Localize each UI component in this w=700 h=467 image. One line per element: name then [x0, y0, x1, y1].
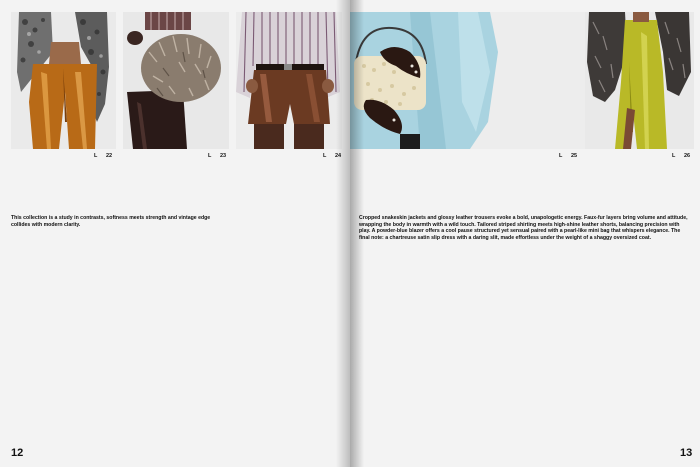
look-prefix: L: [672, 153, 676, 159]
look-number: 22: [106, 153, 113, 159]
gutter-shadow: [336, 0, 350, 467]
look-number: 23: [220, 153, 227, 159]
page-number-left: 12: [11, 447, 24, 459]
look-label: L 23: [208, 153, 226, 159]
collection-description: Cropped snakeskin jackets and glossy lea…: [359, 215, 688, 241]
photo-look-24: [236, 12, 342, 149]
look-prefix: L: [94, 153, 98, 159]
look-prefix: L: [208, 153, 212, 159]
look-prefix: L: [323, 153, 327, 159]
look-prefix: L: [559, 153, 563, 159]
intro-paragraph: This collection is a study in contrasts,…: [11, 215, 211, 228]
left-page: L 22 L 23 L 24 This collection is a stud…: [0, 0, 350, 467]
look-label: L 22: [94, 153, 112, 159]
look-number: 25: [571, 153, 578, 159]
page-number-right: 13: [680, 447, 693, 459]
look-label: L 25: [559, 153, 577, 159]
gutter-shadow: [350, 0, 364, 467]
photo-look-25: [350, 12, 585, 149]
photo-look-23: [123, 12, 229, 149]
magazine-spread: L 22 L 23 L 24 This collection is a stud…: [0, 0, 700, 467]
look-number: 26: [684, 153, 691, 159]
photo-look-22: [11, 12, 116, 149]
right-page: L 25 L 26 Cropped snakeskin jackets and …: [350, 0, 700, 467]
look-label: L 26: [672, 153, 690, 159]
photo-look-26: [585, 12, 694, 149]
